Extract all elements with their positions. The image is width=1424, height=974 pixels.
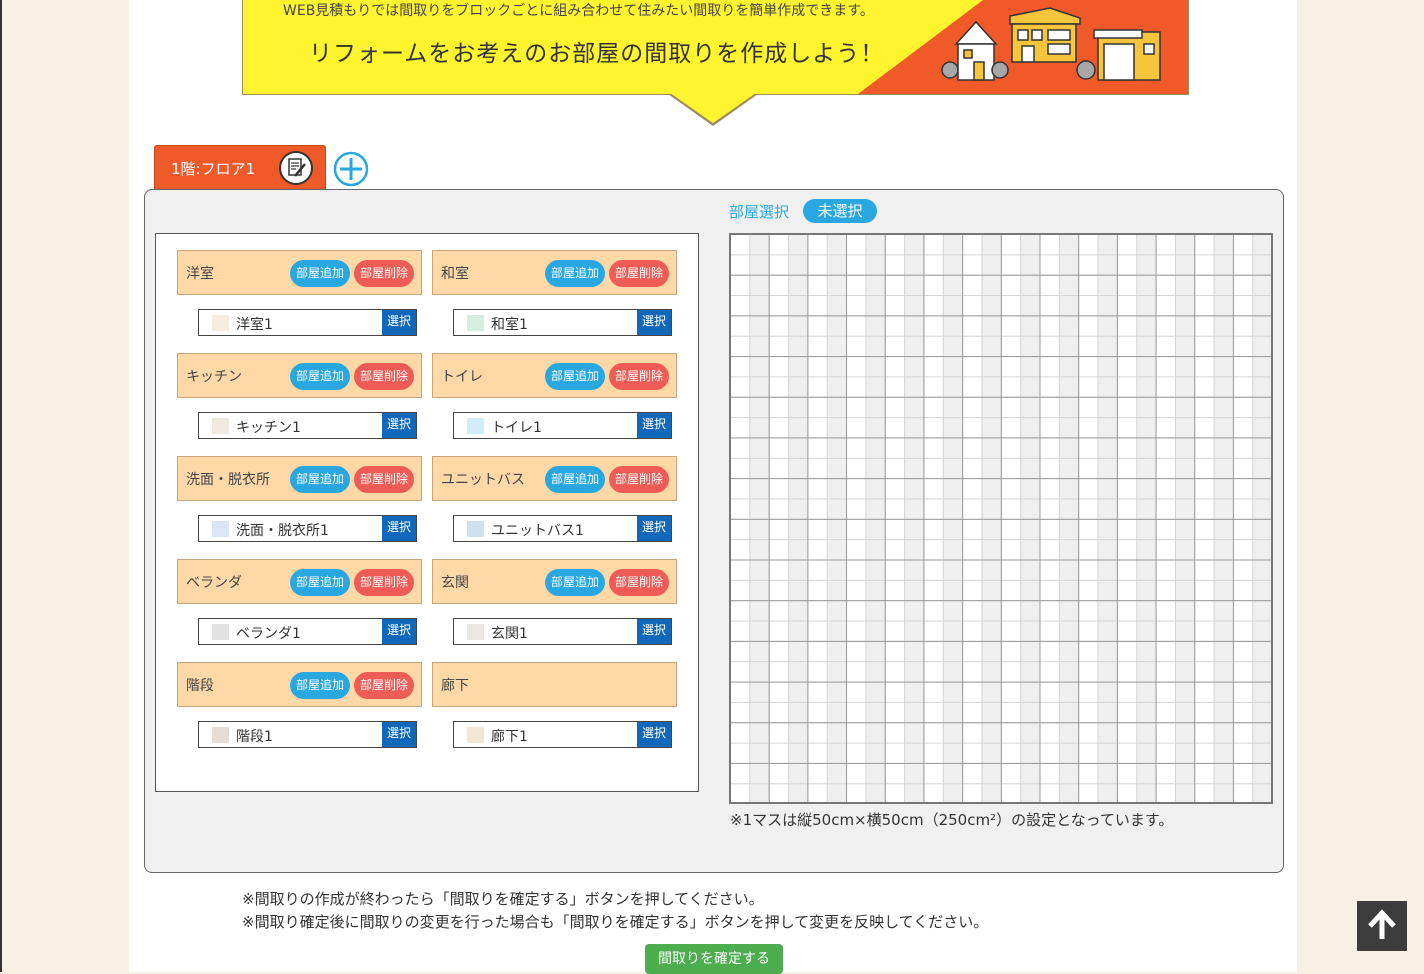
grid-scale-note: ※1マスは縦50cm×横50cm（250cm²）の設定となっています。	[730, 811, 1174, 829]
room-color-swatch	[467, 418, 484, 434]
category-entrance: 玄関 部屋追加 部屋削除	[432, 559, 677, 604]
room-item: 洗面・脱衣所1 選択	[198, 515, 417, 542]
room-name: トイレ1	[491, 420, 542, 436]
add-room-button[interactable]: 部屋追加	[290, 363, 350, 390]
category-name: 廊下	[441, 678, 469, 694]
room-name: 玄関1	[491, 626, 528, 642]
select-room-button[interactable]: 選択	[382, 413, 416, 438]
room-item: 玄関1 選択	[453, 618, 672, 645]
category-name: トイレ	[441, 369, 483, 385]
room-item: ユニットバス1 選択	[453, 515, 672, 542]
room-item: ベランダ1 選択	[198, 618, 417, 645]
room-color-swatch	[212, 624, 229, 640]
delete-room-button[interactable]: 部屋削除	[354, 260, 414, 287]
category-name: 洗面・脱衣所	[186, 472, 270, 488]
category-name: 洋室	[186, 266, 214, 282]
footer-note-1: ※間取りの作成が終わったら「間取りを確定する」ボタンを押してください。	[242, 890, 764, 908]
category-washroom: 洗面・脱衣所 部屋追加 部屋削除	[177, 456, 422, 501]
select-room-button[interactable]: 選択	[637, 516, 671, 541]
category-western-room: 洋室 部屋追加 部屋削除	[177, 250, 422, 295]
arrow-up-icon	[1368, 909, 1396, 939]
confirm-floor-plan-button[interactable]: 間取りを確定する	[645, 944, 783, 974]
page-top-button[interactable]	[1357, 901, 1407, 951]
room-select-label: 部屋選択	[729, 203, 790, 221]
delete-room-button[interactable]: 部屋削除	[609, 466, 669, 493]
delete-room-button[interactable]: 部屋削除	[354, 569, 414, 596]
room-item: 廊下1 選択	[453, 721, 672, 748]
category-japanese-room: 和室 部屋追加 部屋削除	[432, 250, 677, 295]
add-room-button[interactable]: 部屋追加	[545, 569, 605, 596]
room-name: ベランダ1	[236, 626, 301, 642]
select-room-button[interactable]: 選択	[382, 619, 416, 644]
room-name: 廊下1	[491, 729, 528, 745]
tab-floor-1[interactable]: 1階:フロア1	[154, 145, 326, 189]
room-item: 階段1 選択	[198, 721, 417, 748]
category-name: キッチン	[186, 369, 242, 385]
category-name: ユニットバス	[441, 472, 525, 488]
banner-pointer	[670, 93, 756, 123]
room-item: 和室1 選択	[453, 309, 672, 336]
banner: WEB見積もりでは間取りをブロックごとに組み合わせて住みたい間取りを簡単作成でき…	[242, 0, 1189, 95]
room-name: 和室1	[491, 317, 528, 333]
footer-note-2: ※間取り確定後に間取りの変更を行った場合も「間取りを確定する」ボタンを押して変更…	[242, 913, 989, 931]
select-room-button[interactable]: 選択	[382, 516, 416, 541]
room-item: トイレ1 選択	[453, 412, 672, 439]
add-room-button[interactable]: 部屋追加	[290, 569, 350, 596]
select-room-button[interactable]: 選択	[637, 722, 671, 747]
select-room-button[interactable]: 選択	[637, 310, 671, 335]
category-name: 和室	[441, 266, 469, 282]
plus-circle-icon[interactable]	[333, 151, 369, 187]
delete-room-button[interactable]: 部屋削除	[609, 260, 669, 287]
room-color-swatch	[467, 727, 484, 743]
category-name: 階段	[186, 678, 214, 694]
select-room-button[interactable]: 選択	[637, 413, 671, 438]
window-edge	[0, 0, 2, 972]
add-room-button[interactable]: 部屋追加	[290, 466, 350, 493]
room-color-swatch	[212, 315, 229, 331]
delete-room-button[interactable]: 部屋削除	[354, 466, 414, 493]
banner-title: リフォームをお考えのお部屋の間取りを作成しよう！	[309, 41, 885, 67]
room-name: 階段1	[236, 729, 273, 745]
room-name: 洋室1	[236, 317, 273, 333]
room-name: ユニットバス1	[491, 523, 584, 539]
room-color-swatch	[212, 418, 229, 434]
category-name: 玄関	[441, 575, 469, 591]
banner-subtitle: WEB見積もりでは間取りをブロックごとに組み合わせて住みたい間取りを簡単作成でき…	[283, 3, 874, 19]
select-room-button[interactable]: 選択	[637, 619, 671, 644]
delete-room-button[interactable]: 部屋削除	[354, 672, 414, 699]
category-stairs: 階段 部屋追加 部屋削除	[177, 662, 422, 707]
select-room-button[interactable]: 選択	[382, 310, 416, 335]
category-hallway: 廊下	[432, 662, 677, 707]
room-select-status: 未選択	[803, 199, 877, 223]
room-color-swatch	[212, 521, 229, 537]
room-name: キッチン1	[236, 420, 301, 436]
delete-room-button[interactable]: 部屋削除	[354, 363, 414, 390]
room-color-swatch	[467, 521, 484, 537]
room-color-swatch	[467, 624, 484, 640]
houses-illustration	[941, 7, 1161, 81]
room-name: 洗面・脱衣所1	[236, 523, 329, 539]
add-room-button[interactable]: 部屋追加	[545, 260, 605, 287]
room-color-swatch	[467, 315, 484, 331]
edit-document-icon[interactable]	[279, 151, 313, 185]
category-unit-bath: ユニットバス 部屋追加 部屋削除	[432, 456, 677, 501]
category-toilet: トイレ 部屋追加 部屋削除	[432, 353, 677, 398]
category-name: ベランダ	[186, 575, 242, 591]
category-veranda: ベランダ 部屋追加 部屋削除	[177, 559, 422, 604]
add-room-button[interactable]: 部屋追加	[545, 363, 605, 390]
category-kitchen: キッチン 部屋追加 部屋削除	[177, 353, 422, 398]
room-item: キッチン1 選択	[198, 412, 417, 439]
add-room-button[interactable]: 部屋追加	[290, 672, 350, 699]
floor-tab-label: 1階:フロア1	[171, 160, 256, 178]
room-item: 洋室1 選択	[198, 309, 417, 336]
select-room-button[interactable]: 選択	[382, 722, 416, 747]
delete-room-button[interactable]: 部屋削除	[609, 569, 669, 596]
floor-plan-grid[interactable]	[729, 233, 1273, 804]
add-room-button[interactable]: 部屋追加	[290, 260, 350, 287]
room-color-swatch	[212, 727, 229, 743]
footer-notes: ※間取りの作成が終わったら「間取りを確定する」ボタンを押してください。 ※間取り…	[242, 888, 988, 934]
delete-room-button[interactable]: 部屋削除	[609, 363, 669, 390]
add-room-button[interactable]: 部屋追加	[545, 466, 605, 493]
